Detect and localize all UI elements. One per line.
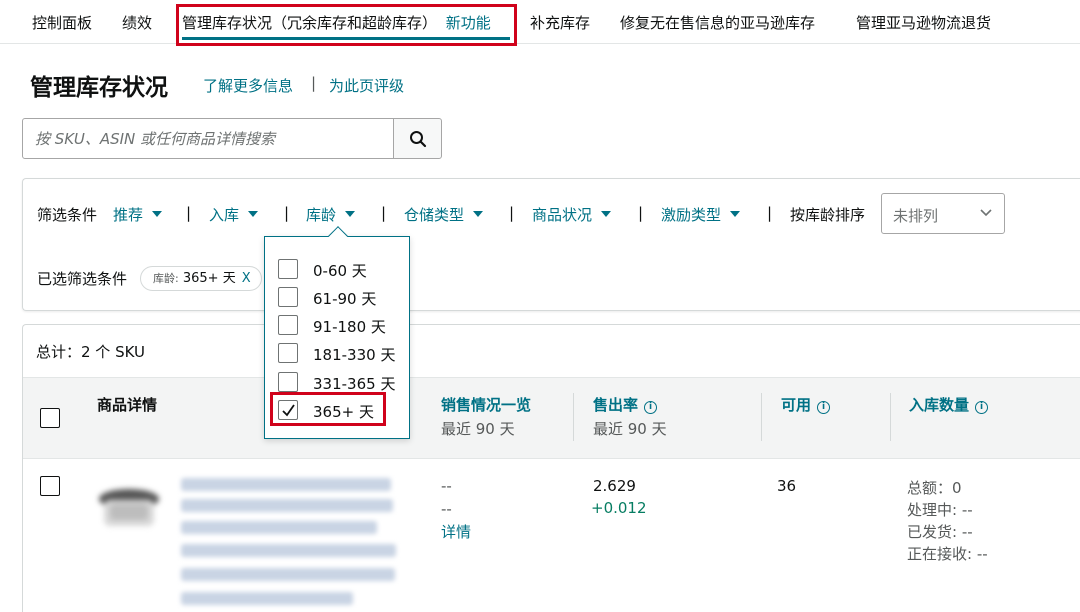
caret-down-icon: [730, 210, 741, 217]
filter-inbound[interactable]: 入库: [209, 204, 259, 225]
table-header: [23, 377, 1080, 459]
col-sales-overview[interactable]: 销售情况一览: [441, 394, 531, 415]
filter-chip-value: 365+ 天: [182, 271, 236, 286]
filter-recommendation[interactable]: 推荐: [113, 204, 163, 225]
filter-age[interactable]: 库龄: [306, 204, 356, 225]
age-option-0-60[interactable]: 0-60 天: [278, 257, 406, 280]
rate-page-link[interactable]: 为此页评级: [329, 75, 404, 96]
age-option-331-365[interactable]: 331-365 天: [278, 370, 406, 393]
checkbox[interactable]: [278, 372, 298, 392]
age-option-label: 61-90 天: [313, 290, 377, 308]
total-count: 总计：2 个 SKU: [36, 343, 146, 361]
filter-condition-label: 商品状况: [532, 206, 593, 224]
select-all-checkbox[interactable]: [40, 408, 60, 428]
info-icon[interactable]: i: [817, 401, 831, 414]
age-option-181-330[interactable]: 181-330 天: [278, 341, 406, 364]
sell-through-value: 2.629: [593, 477, 636, 495]
filter-separator: |: [767, 204, 773, 222]
top-navigation: 控制面板 绩效 管理库存状况（冗余库存和超龄库存） 新功能 补充库存 修复无在售…: [0, 0, 1080, 44]
title-separator: |: [311, 74, 317, 92]
filter-inbound-label: 入库: [209, 206, 240, 224]
sort-label: 按库龄排序: [790, 206, 866, 224]
filter-separator: |: [186, 204, 192, 222]
col-sell-through[interactable]: 售出率 i: [593, 394, 658, 415]
col-inbound-quantity-label: 入库数量: [909, 396, 970, 414]
caret-down-icon: [248, 210, 259, 217]
col-available[interactable]: 可用 i: [781, 394, 831, 415]
col-available-label: 可用: [781, 396, 812, 414]
filter-condition[interactable]: 商品状况: [532, 204, 612, 225]
highlight-box-nav: [176, 4, 517, 46]
age-option-label: 0-60 天: [313, 262, 367, 280]
info-icon[interactable]: i: [644, 401, 658, 414]
filter-recommendation-label: 推荐: [113, 206, 144, 224]
sort-select[interactable]: 未排列: [881, 193, 1005, 234]
nav-dashboard[interactable]: 控制面板: [32, 12, 92, 33]
filter-label: 筛选条件: [37, 206, 98, 224]
column-divider: [573, 393, 574, 441]
col-sell-through-label: 售出率: [593, 396, 639, 414]
age-option-label: 91-180 天: [313, 318, 386, 336]
caret-down-icon: [152, 210, 163, 217]
sales-details-link[interactable]: 详情: [441, 521, 471, 542]
search-icon: [410, 131, 427, 148]
col-sell-through-subtitle: 最近 90 天: [593, 420, 667, 438]
checkbox[interactable]: [278, 287, 298, 307]
checkbox[interactable]: [278, 259, 298, 279]
inbound-total: 总额：0: [907, 479, 962, 497]
nav-fix-stranded[interactable]: 修复无在售信息的亚马逊库存: [620, 12, 815, 33]
age-option-label: 331-365 天: [313, 375, 396, 393]
col-inbound-quantity[interactable]: 入库数量 i: [909, 394, 989, 415]
filter-storage-type-label: 仓储类型: [404, 206, 465, 224]
page-title: 管理库存状况: [30, 75, 168, 101]
caret-down-icon: [601, 210, 612, 217]
row-checkbox[interactable]: [40, 476, 60, 496]
nav-performance[interactable]: 绩效: [122, 12, 152, 33]
available-value: 36: [777, 477, 797, 495]
col-sales-subtitle: 最近 90 天: [441, 420, 515, 438]
column-divider: [761, 393, 762, 441]
checkbox[interactable]: [278, 315, 298, 335]
highlight-box-dropdown: [270, 392, 386, 426]
search-button[interactable]: [393, 118, 442, 159]
filter-incentive-type[interactable]: 激励类型: [661, 204, 741, 225]
filter-storage-type[interactable]: 仓储类型: [404, 204, 484, 225]
filter-separator: |: [638, 204, 644, 222]
sales-value-2: --: [441, 500, 452, 518]
filter-chip-key: 库龄:: [153, 272, 179, 285]
age-option-91-180[interactable]: 91-180 天: [278, 313, 406, 336]
selected-filters-label: 已选筛选条件: [37, 270, 128, 288]
info-icon[interactable]: i: [975, 401, 989, 414]
sales-value-1: --: [441, 477, 452, 495]
column-divider: [890, 393, 891, 441]
nav-fba-returns[interactable]: 管理亚马逊物流退货: [856, 12, 991, 33]
nav-restock[interactable]: 补充库存: [530, 12, 590, 33]
filter-separator: |: [284, 204, 290, 222]
chevron-down-icon: [980, 209, 992, 217]
filter-age-label: 库龄: [306, 206, 337, 224]
col-product-details[interactable]: 商品详情: [97, 394, 157, 415]
age-option-label: 181-330 天: [313, 346, 396, 364]
filter-separator: |: [509, 204, 515, 222]
inbound-receiving: 正在接收: --: [907, 545, 988, 563]
inbound-shipped: 已发货: --: [907, 523, 973, 541]
sort-select-value: 未排列: [893, 207, 939, 225]
search-input[interactable]: [22, 118, 394, 159]
inbound-processing: 处理中: --: [907, 501, 973, 519]
product-thumbnail: [95, 482, 163, 534]
filter-separator: |: [381, 204, 387, 222]
sell-through-delta: +0.012: [591, 499, 647, 517]
age-option-61-90[interactable]: 61-90 天: [278, 285, 406, 308]
learn-more-link[interactable]: 了解更多信息: [203, 75, 293, 96]
filter-chip-age[interactable]: 库龄: 365+ 天 X: [140, 266, 262, 291]
remove-chip-icon[interactable]: X: [242, 271, 251, 286]
checkbox[interactable]: [278, 343, 298, 363]
caret-down-icon: [473, 210, 484, 217]
filter-incentive-type-label: 激励类型: [661, 206, 722, 224]
caret-down-icon: [345, 210, 356, 217]
